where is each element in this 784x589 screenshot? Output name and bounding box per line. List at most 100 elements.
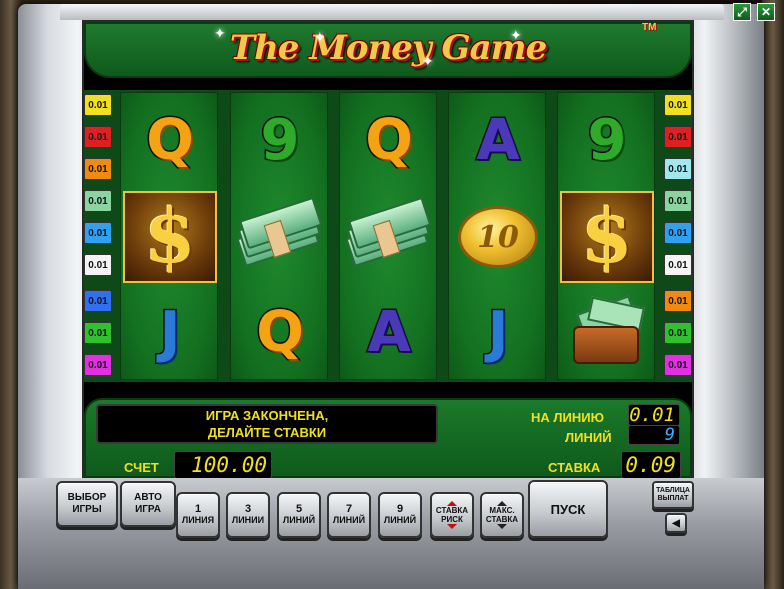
lines-9-button[interactable]: 9 ЛИНИЙ [378,492,422,538]
line-bet-label: 0.01 [84,222,112,244]
line-bet-label: 0.01 [84,158,112,180]
lines-value: 9 [628,425,680,445]
paytable-button[interactable]: ТАБЛИЦА ВЫПЛАТ [652,481,694,509]
lines-1-label: ЛИНИЯ [181,515,215,525]
symbol-q: Q [364,108,415,173]
background-pillar-right [762,0,784,589]
line-bet-label: 0.01 [664,158,692,180]
line-bet-label: 0.01 [664,190,692,212]
reel-symbol: $ [558,189,656,285]
gold-coin-icon: 10 [458,206,538,268]
per-line-value: 0.01 [628,404,680,426]
symbol-q: Q [255,300,306,365]
reel-2: 9Q [230,92,328,380]
reel-symbol: Q [231,285,329,381]
reel-3: QA [339,92,437,380]
line-bet-label: 0.01 [84,290,112,312]
dollar-sign: $ [581,194,633,280]
dollar-sign: $ [144,194,196,280]
lines-5-label: ЛИНИЙ [282,515,316,525]
reel-symbol: 9 [558,93,656,189]
expand-arrows-icon: ⤢ [737,4,747,19]
lines-label: ЛИНИЙ [565,430,612,445]
line-bet-label: 0.01 [664,94,692,116]
close-button[interactable]: ✕ [757,3,775,21]
balance-label: СЧЕТ [124,460,159,475]
sound-button[interactable]: ◀ [665,513,687,533]
max-bet-button[interactable]: МАКС. СТАВКА [480,492,524,538]
line-bet-label: 0.01 [664,322,692,344]
reel-symbol: 10 [449,189,547,285]
symbol-q: Q [145,108,196,173]
speaker-icon: ◀ [672,517,680,529]
line-bet-label: 0.01 [84,254,112,276]
dollar-symbol-icon: $ [560,191,654,283]
line-bet-label: 0.01 [664,290,692,312]
reel-symbol: J [121,285,219,381]
lines-3-button[interactable]: 3 ЛИНИИ [226,492,270,538]
auto-play-label-1: АВТО [134,492,162,503]
per-line-label: НА ЛИНИЮ [531,410,604,425]
line-bet-label: 0.01 [84,94,112,116]
symbol-j: J [486,300,510,365]
lines-9-number: 9 [396,503,404,515]
reel-symbol: $ [121,189,219,285]
line-bet-label: 0.01 [664,354,692,376]
line-bet-label: 0.01 [84,126,112,148]
wallet-icon [569,295,645,368]
sparkle-icon: ✦ [510,27,522,43]
sparkle-icon: ✦ [214,25,226,41]
status-message-line1: ИГРА ЗАКОНЧЕНА, [205,408,329,423]
reel-1: Q $ J [120,92,218,380]
paytable-label-2: ВЫПЛАТ [657,495,689,502]
line-bet-label: 0.01 [84,190,112,212]
fullscreen-button[interactable]: ⤢ [733,3,751,21]
total-bet-label: СТАВКА [548,460,601,475]
lines-1-button[interactable]: 1 ЛИНИЯ [176,492,220,538]
lines-9-label: ЛИНИЙ [383,515,417,525]
reel-symbol: Q [340,93,438,189]
select-game-label-2: ИГРЫ [72,504,102,515]
auto-play-button[interactable]: АВТО ИГРА [120,481,176,527]
select-game-button[interactable]: ВЫБОР ИГРЫ [56,481,118,527]
symbol-a: A [475,108,521,173]
reel-symbol: A [449,93,547,189]
balance-value: 100.00 [174,451,272,479]
game-screen: ⤢ ✕ The Money Game TM ✦ ✦ ✦ ✦ 0.01 0.01 0.… [0,0,784,589]
reel-symbol: Q [121,93,219,189]
line-bet-label: 0.01 [664,254,692,276]
total-bet-value: 0.09 [621,451,681,479]
spin-button[interactable]: ПУСК [528,480,608,538]
auto-play-label-2: ИГРА [135,504,161,515]
sparkle-icon: ✦ [422,53,434,69]
line-bet-label: 0.01 [664,126,692,148]
close-icon: ✕ [760,5,772,19]
bet-risk-button[interactable]: СТАВКА РИСК [430,492,474,538]
reel-symbol [558,285,656,381]
line-bet-label: 0.01 [84,322,112,344]
cash-stack-icon [340,195,438,278]
game-title: The Money Game [229,28,547,68]
reel-symbol: J [449,285,547,381]
symbol-9: 9 [586,108,628,173]
lines-5-number: 5 [295,503,303,515]
arrow-down-icon [497,524,507,529]
lines-3-label: ЛИНИИ [231,515,265,525]
reel-symbol [231,189,329,285]
dollar-symbol-icon: $ [123,191,217,283]
lines-1-number: 1 [194,503,202,515]
reel-symbol: A [340,285,438,381]
lines-7-button[interactable]: 7 ЛИНИЙ [327,492,371,538]
reel-symbol: 9 [231,93,329,189]
max-bet-label-1: МАКС. [489,506,515,515]
status-message-line2: ДЕЛАЙТЕ СТАВКИ [207,425,327,440]
max-bet-label-2: СТАВКА [485,515,519,524]
line-bet-label: 0.01 [84,354,112,376]
paytable-label-1: ТАБЛИЦА [656,487,690,494]
status-message: ИГРА ЗАКОНЧЕНА, ДЕЛАЙТЕ СТАВКИ [96,404,438,444]
title-banner: The Money Game TM ✦ ✦ ✦ ✦ [84,22,692,78]
lines-7-label: ЛИНИЙ [332,515,366,525]
bet-risk-label-1: СТАВКА [435,506,469,515]
lines-5-button[interactable]: 5 ЛИНИЙ [277,492,321,538]
arrow-down-icon [447,524,457,529]
